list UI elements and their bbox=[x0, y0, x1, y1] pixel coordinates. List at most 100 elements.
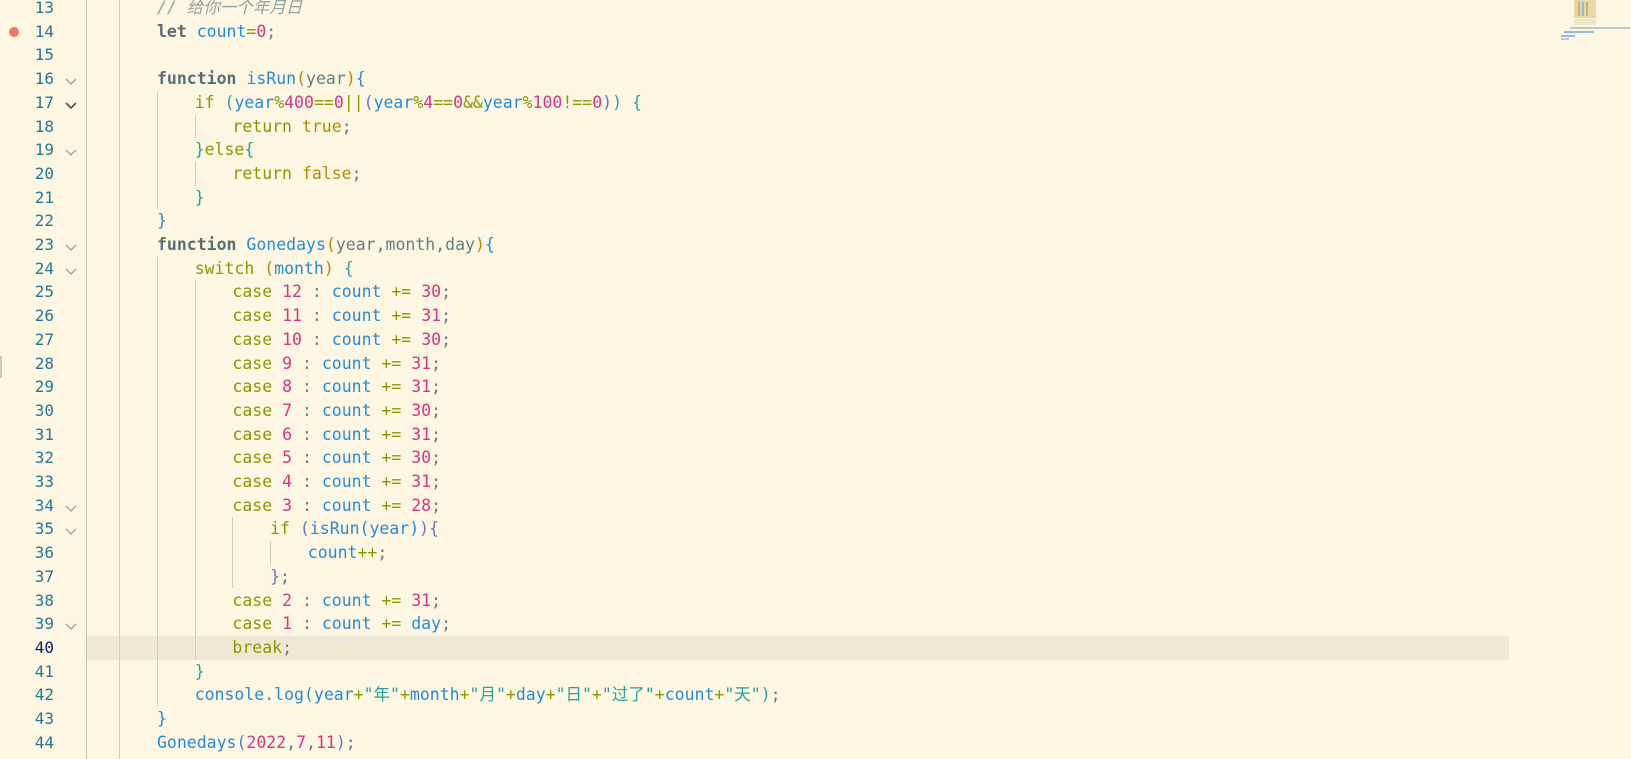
code-line[interactable]: // 给你一个年月日 bbox=[157, 0, 302, 20]
gutter-row[interactable]: 30 bbox=[0, 399, 86, 423]
code-token: ) bbox=[409, 519, 420, 539]
code-token: if bbox=[270, 519, 290, 539]
code-token: return bbox=[232, 163, 292, 183]
code-token: 1 bbox=[282, 614, 293, 634]
gutter-row[interactable]: 26 bbox=[0, 304, 86, 328]
code-token: 4 bbox=[282, 472, 293, 491]
code-line[interactable]: } bbox=[195, 660, 205, 684]
code-line[interactable]: case 2 : count += 31; bbox=[232, 589, 441, 613]
code-line[interactable]: case 7 : count += 30; bbox=[232, 399, 441, 423]
gutter-row[interactable]: 35 bbox=[0, 517, 86, 541]
code-line[interactable]: case 9 : count += 31; bbox=[232, 352, 441, 376]
gutter-row[interactable]: 24 bbox=[0, 257, 86, 281]
gutter-row[interactable]: 32 bbox=[0, 446, 86, 470]
gutter-row[interactable]: 43 bbox=[0, 707, 86, 731]
code-line[interactable]: console.log(year+"年"+month+"月"+day+"日"+"… bbox=[195, 683, 781, 707]
code-token: count bbox=[321, 377, 372, 397]
code-token: log bbox=[274, 685, 304, 705]
gutter-row[interactable]: 22 bbox=[0, 209, 86, 233]
code-line[interactable]: case 10 : count += 30; bbox=[232, 328, 451, 352]
code-line[interactable]: function isRun(year){ bbox=[157, 67, 366, 91]
gutter-row[interactable]: 36 bbox=[0, 541, 86, 565]
gutter-row[interactable]: 31 bbox=[0, 423, 86, 447]
code-token: : bbox=[292, 424, 322, 444]
indent-guide bbox=[270, 541, 272, 565]
gutter-row[interactable]: 33 bbox=[0, 470, 86, 494]
gutter-row[interactable]: 41 bbox=[0, 660, 86, 684]
line-number: 25 bbox=[34, 282, 54, 302]
gutter-row[interactable]: 23 bbox=[0, 233, 86, 257]
code-line[interactable]: if (year%400==0||(year%4==0&&year%100!==… bbox=[195, 91, 642, 115]
code-line[interactable]: }; bbox=[270, 565, 290, 589]
code-line[interactable]: } bbox=[157, 209, 167, 233]
code-line[interactable]: } bbox=[157, 707, 167, 731]
gutter-row[interactable]: 38 bbox=[0, 589, 86, 613]
gutter-row[interactable]: 44 bbox=[0, 731, 86, 755]
line-number: 34 bbox=[34, 495, 54, 515]
gutter-row[interactable]: 19 bbox=[0, 138, 86, 162]
gutter-row[interactable]: 14 bbox=[0, 20, 86, 44]
code-token: : bbox=[292, 495, 322, 515]
code-line[interactable]: if (isRun(year)){ bbox=[270, 517, 439, 541]
code-line[interactable]: return false; bbox=[232, 162, 361, 186]
line-number: 17 bbox=[34, 92, 54, 112]
gutter-row[interactable]: 27 bbox=[0, 328, 86, 352]
code-token: ; bbox=[431, 424, 442, 444]
code-token: 0 bbox=[256, 21, 267, 41]
code-line[interactable]: } bbox=[195, 186, 205, 210]
chevron-down-icon[interactable] bbox=[64, 73, 78, 86]
gutter-row[interactable]: 37 bbox=[0, 565, 86, 589]
gutter-row[interactable]: 39 bbox=[0, 612, 86, 636]
gutter-row[interactable]: 42 bbox=[0, 683, 86, 707]
gutter-row[interactable]: 18 bbox=[0, 115, 86, 139]
code-line[interactable]: case 12 : count += 30; bbox=[232, 280, 451, 304]
gutter-row[interactable]: 40 bbox=[0, 636, 86, 660]
breakpoint-icon[interactable] bbox=[9, 26, 19, 37]
chevron-down-icon[interactable] bbox=[64, 500, 78, 512]
gutter-row[interactable]: 17 bbox=[0, 91, 86, 115]
chevron-down-icon[interactable] bbox=[64, 523, 78, 536]
code-line[interactable]: case 4 : count += 31; bbox=[232, 470, 441, 494]
code-token: 0 bbox=[333, 92, 344, 112]
line-number: 27 bbox=[34, 329, 54, 349]
code-line[interactable]: return true; bbox=[232, 115, 351, 139]
chevron-down-icon[interactable] bbox=[64, 239, 78, 251]
chevron-down-icon[interactable] bbox=[64, 618, 78, 631]
gutter-row[interactable]: 25 bbox=[0, 280, 86, 304]
code-line[interactable]: case 11 : count += 31; bbox=[232, 304, 451, 328]
code-line[interactable]: case 5 : count += 30; bbox=[232, 446, 441, 470]
code-line[interactable]: break; bbox=[232, 636, 292, 660]
code-line[interactable]: let count=0; bbox=[157, 20, 276, 44]
code-area[interactable]: // 给你一个年月日 let count=0; function isRun(yea… bbox=[87, 0, 1509, 759]
gutter-row[interactable]: 15 bbox=[0, 43, 86, 67]
code-line[interactable]: }else{ bbox=[195, 138, 255, 162]
gutter-row[interactable]: 13 bbox=[0, 0, 86, 20]
code-line[interactable]: case 1 : count += day; bbox=[232, 612, 451, 636]
gutter-row[interactable]: 20 bbox=[0, 162, 86, 186]
gutter-row[interactable]: 16 bbox=[0, 67, 86, 91]
chevron-down-icon[interactable] bbox=[64, 144, 78, 157]
code-line[interactable]: case 6 : count += 31; bbox=[232, 423, 441, 447]
code-line[interactable]: function Gonedays(year,month,day){ bbox=[157, 233, 495, 257]
gutter-row[interactable]: 34 bbox=[0, 494, 86, 518]
indent-guide bbox=[194, 161, 196, 186]
code-line[interactable]: switch (month) { bbox=[195, 257, 354, 281]
code-token: { bbox=[244, 140, 255, 160]
minimap[interactable] bbox=[1512, 0, 1631, 759]
code-line[interactable]: case 8 : count += 31; bbox=[232, 375, 441, 399]
code-line[interactable]: Gonedays(2022,7,11); bbox=[157, 731, 356, 755]
chevron-down-icon[interactable] bbox=[64, 263, 78, 275]
editor-gutter[interactable]: 13 14 15 16 17 18 19 20 21 22 23 24 25 26 27 28 29 30 31 32… bbox=[0, 0, 86, 759]
chevron-down-icon[interactable] bbox=[64, 97, 78, 110]
gutter-row[interactable]: 21 bbox=[0, 186, 86, 210]
gutter-row[interactable]: 28 bbox=[0, 352, 86, 376]
code-line[interactable]: count++; bbox=[308, 541, 387, 565]
code-token: } bbox=[157, 211, 167, 231]
code-editor[interactable]: 13 14 15 16 17 18 19 20 21 22 23 24 25 26 27 28 29 30 31 32… bbox=[0, 0, 1631, 759]
code-token: ) bbox=[602, 92, 613, 112]
code-line[interactable]: case 3 : count += 28; bbox=[232, 494, 441, 518]
minimap-block bbox=[1578, 2, 1580, 16]
code-token: } bbox=[194, 661, 205, 681]
code-token: year bbox=[482, 92, 523, 112]
gutter-row[interactable]: 29 bbox=[0, 375, 86, 399]
